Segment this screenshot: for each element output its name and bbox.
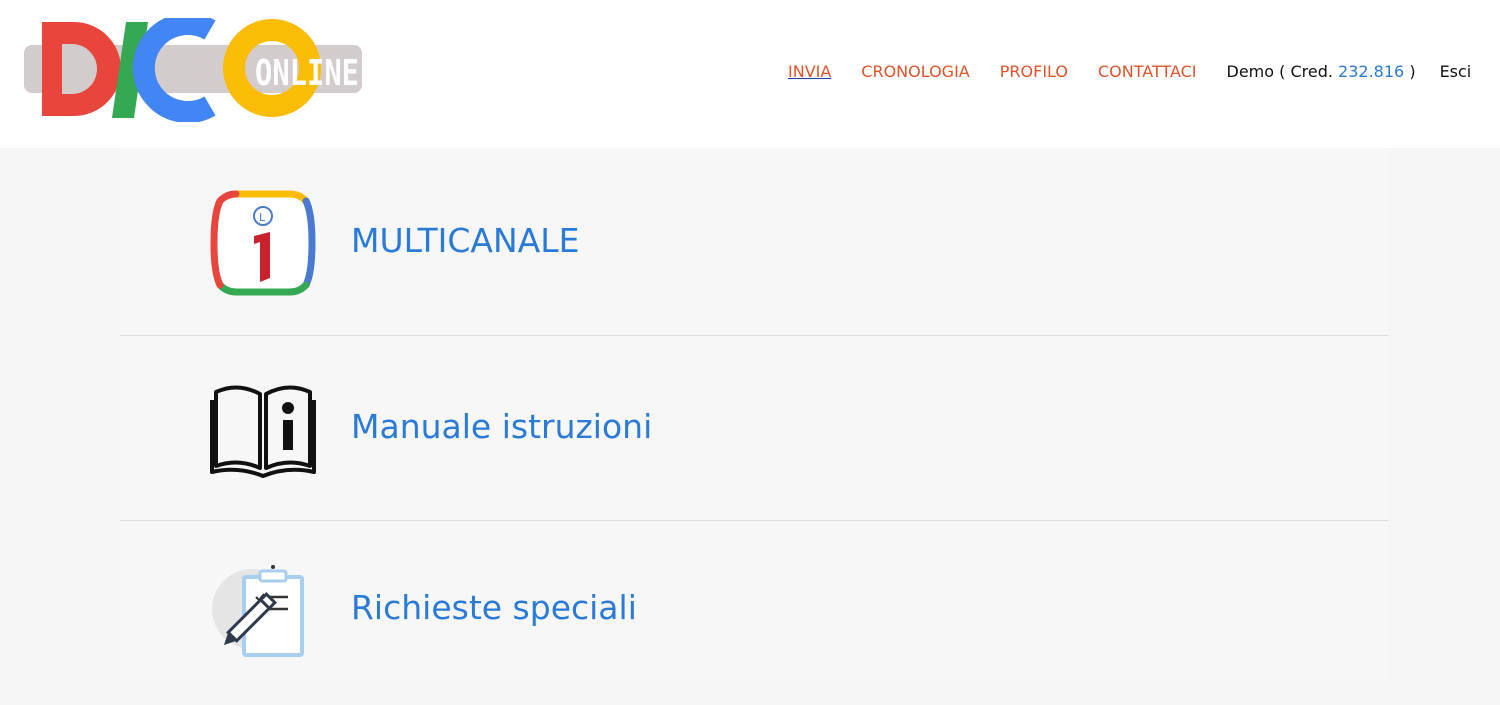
nav-profilo[interactable]: PROFILO — [1000, 62, 1068, 81]
user-name-prefix: Demo ( Cred. — [1226, 61, 1333, 81]
main-content: L MULTICANALE Manuale istruzioni Richies… — [120, 148, 1388, 678]
dico-online-logo[interactable]: ONLINE — [22, 18, 367, 122]
menu-item-manuale[interactable]: Manuale istruzioni — [120, 336, 1388, 520]
main-nav: INVIA CRONOLOGIA PROFILO CONTATTACI Demo… — [788, 59, 1471, 83]
menu-item-label: Richieste speciali — [351, 588, 637, 627]
info-badge-icon: L — [210, 190, 316, 296]
credits-value: 232.816 — [1338, 61, 1405, 81]
manual-book-icon — [210, 385, 316, 478]
logo-suffix: ONLINE — [255, 53, 359, 94]
menu-item-richieste[interactable]: Richieste speciali — [120, 521, 1388, 705]
menu-item-multicanale[interactable]: L MULTICANALE — [120, 148, 1388, 332]
nav-invia[interactable]: INVIA — [788, 62, 831, 81]
user-info: Demo ( Cred. 232.816 ) — [1227, 62, 1416, 81]
user-info-suffix: ) — [1409, 61, 1416, 81]
menu-item-label: MULTICANALE — [351, 221, 580, 260]
logout-link[interactable]: Esci — [1440, 62, 1472, 81]
menu-item-label: Manuale istruzioni — [351, 407, 653, 446]
clipboard-pen-icon — [212, 565, 304, 657]
site-header: ONLINE INVIA CRONOLOGIA PROFILO CONTATTA… — [0, 0, 1500, 148]
nav-contattaci[interactable]: CONTATTACI — [1098, 62, 1197, 81]
nav-cronologia[interactable]: CRONOLOGIA — [861, 62, 969, 81]
svg-text:L: L — [259, 211, 266, 224]
